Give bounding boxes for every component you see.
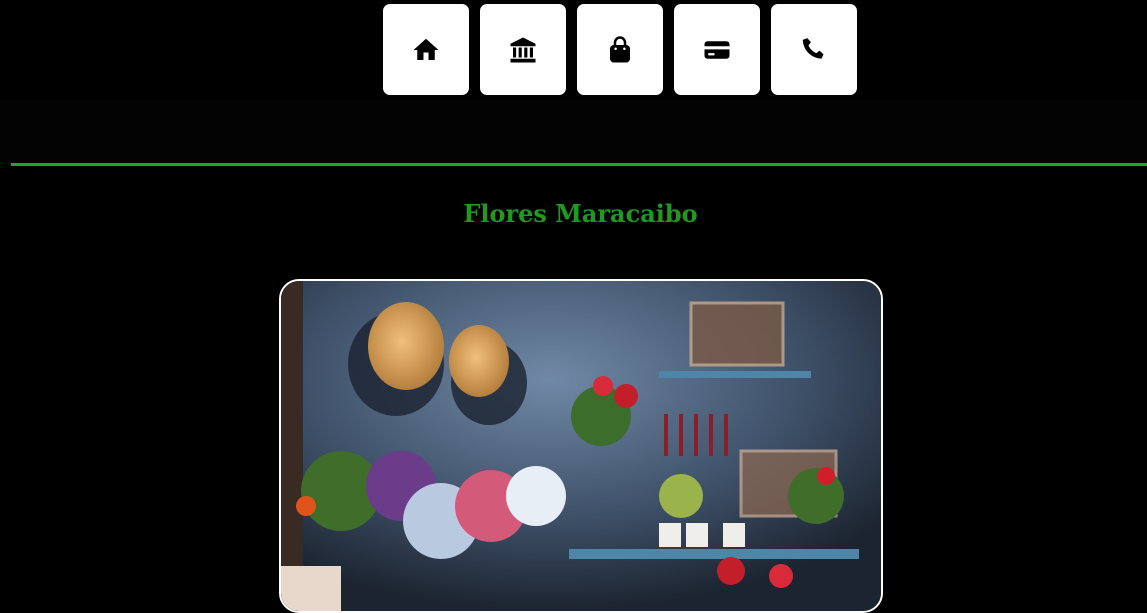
- credit-card-icon: [704, 40, 730, 59]
- top-navigation-bar: [0, 0, 1147, 100]
- bank-icon: [510, 37, 536, 62]
- green-divider: [11, 163, 1147, 166]
- header-band: [0, 100, 1147, 164]
- nav-bank-button[interactable]: [480, 4, 566, 95]
- home-icon: [413, 38, 439, 60]
- nav-home-button[interactable]: [383, 4, 469, 95]
- phone-icon: [802, 37, 824, 59]
- nav-contact-button[interactable]: [771, 4, 857, 95]
- shopping-bag-icon: [610, 35, 630, 62]
- flower-shop-photo: [279, 279, 883, 613]
- nav-shop-button[interactable]: [577, 4, 663, 95]
- nav-payment-button[interactable]: [674, 4, 760, 95]
- page-title: Flores Maracaibo: [463, 199, 698, 228]
